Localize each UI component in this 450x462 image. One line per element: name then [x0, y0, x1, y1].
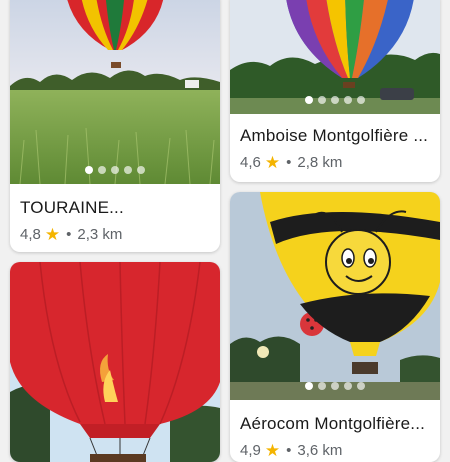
star-icon: ★ — [264, 441, 281, 460]
rating-value: 4,9 — [240, 442, 261, 459]
carousel-dot[interactable] — [305, 96, 313, 104]
carousel-dot[interactable] — [98, 166, 106, 174]
carousel-dot[interactable] — [344, 96, 352, 104]
place-meta: 4,6 ★ • 2,8 km — [240, 154, 432, 171]
place-meta: 4,9 ★ • 3,6 km — [240, 442, 432, 459]
hot-air-balloon-field-photo[interactable] — [10, 0, 220, 184]
carousel-dot[interactable] — [111, 166, 119, 174]
separator: • — [66, 226, 72, 243]
carousel-dot[interactable] — [331, 96, 339, 104]
carousel-dot[interactable] — [137, 166, 145, 174]
place-info: Aérocom Montgolfière... 4,9 ★ • 3,6 km — [240, 414, 432, 459]
place-title[interactable]: TOURAINE... — [20, 198, 212, 218]
carousel-dot[interactable] — [318, 96, 326, 104]
carousel-dots — [230, 96, 440, 104]
separator: • — [286, 442, 292, 459]
place-card-aerocom[interactable]: Aérocom Montgolfière... 4,9 ★ • 3,6 km — [230, 192, 440, 462]
distance-value: 2,3 km — [77, 226, 123, 243]
star-icon: ★ — [44, 225, 61, 244]
carousel-dot[interactable] — [85, 166, 93, 174]
place-card-red-balloon[interactable] — [10, 262, 220, 462]
star-icon: ★ — [264, 153, 281, 172]
carousel-dot[interactable] — [124, 166, 132, 174]
place-info: TOURAINE... 4,8 ★ • 2,3 km — [20, 198, 212, 243]
separator: • — [286, 154, 292, 171]
place-card-touraine[interactable]: TOURAINE... 4,8 ★ • 2,3 km — [10, 0, 220, 252]
carousel-dot[interactable] — [344, 382, 352, 390]
place-title[interactable]: Aérocom Montgolfière... — [240, 414, 432, 434]
rating-value: 4,8 — [20, 226, 41, 243]
rating-value: 4,6 — [240, 154, 261, 171]
place-meta: 4,8 ★ • 2,3 km — [20, 226, 212, 243]
carousel-dot[interactable] — [357, 96, 365, 104]
carousel-dots — [230, 382, 440, 390]
rainbow-balloon-photo[interactable] — [230, 0, 440, 114]
carousel-dots — [10, 166, 220, 174]
carousel-dot[interactable] — [305, 382, 313, 390]
distance-value: 2,8 km — [297, 154, 343, 171]
bee-balloon-photo[interactable] — [230, 192, 440, 400]
distance-value: 3,6 km — [297, 442, 343, 459]
place-card-amboise[interactable]: Amboise Montgolfière ... 4,6 ★ • 2,8 km — [230, 0, 440, 182]
place-info: Amboise Montgolfière ... 4,6 ★ • 2,8 km — [240, 126, 432, 171]
carousel-dot[interactable] — [318, 382, 326, 390]
red-balloon-photo[interactable] — [10, 262, 220, 462]
place-title[interactable]: Amboise Montgolfière ... — [240, 126, 432, 146]
carousel-dot[interactable] — [357, 382, 365, 390]
carousel-dot[interactable] — [331, 382, 339, 390]
